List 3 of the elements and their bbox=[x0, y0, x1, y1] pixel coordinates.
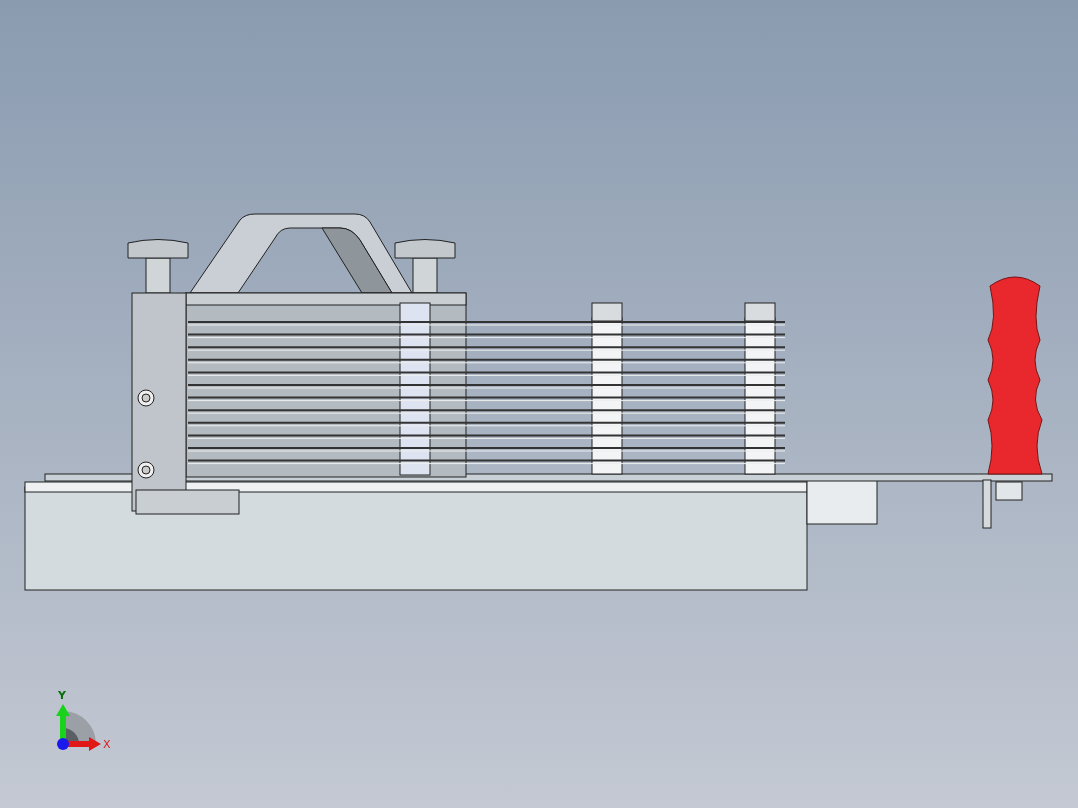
axis-triad-drawing bbox=[56, 704, 101, 751]
x-axis-label: X bbox=[103, 738, 111, 751]
y-axis-label: Y bbox=[58, 689, 66, 702]
